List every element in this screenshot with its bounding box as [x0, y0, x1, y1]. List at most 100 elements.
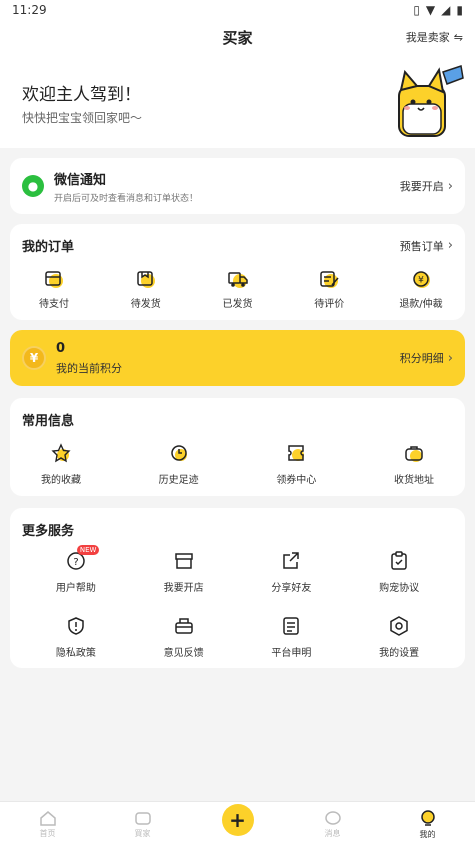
truck-icon: [227, 272, 248, 288]
presale-label: 预售订单: [399, 239, 444, 253]
points-label: 我的当前积分: [56, 361, 122, 375]
switch-label: 我是卖家: [405, 31, 450, 44]
more-title: 更多服务: [22, 524, 75, 539]
wifi-icon: ▼: [425, 3, 436, 17]
profile-icon: [420, 809, 435, 826]
enable-wechat-button[interactable]: 我要开启 ›: [400, 178, 453, 194]
tab-label: 首页: [39, 828, 56, 838]
chevron-right-icon: ›: [447, 350, 453, 366]
wechat-icon: ●: [22, 175, 44, 197]
my-orders-card: 我的订单 预售订单 › 待支付 待发货 已发货 待评价 ¥ 退款/仲裁: [10, 224, 465, 320]
wechat-desc: 开启后可及时查看消息和订单状态！: [54, 193, 199, 204]
plus-icon: +: [221, 804, 254, 836]
more-services-card: 更多服务 ? NEW 用户帮助 我要开店 分享好友 购宠协议 隐私政策 意见反馈: [10, 508, 465, 668]
settings-icon: [390, 616, 408, 636]
order-label: 待评价: [314, 299, 345, 310]
platform-statement-item[interactable]: 平台申明: [238, 616, 346, 659]
switch-to-seller-button[interactable]: 我是卖家 ⇋: [406, 29, 463, 45]
order-label: 退款/仲裁: [399, 299, 443, 310]
common-label: 我的收藏: [41, 475, 81, 486]
new-badge: NEW: [76, 545, 100, 555]
message-icon: [324, 810, 341, 825]
address-item[interactable]: 收货地址: [379, 443, 449, 486]
tab-publish[interactable]: +: [208, 804, 268, 836]
chevron-right-icon: ›: [447, 238, 453, 253]
status-icons: ▯ ▼ ◢ ▮: [413, 3, 463, 17]
svg-text:?: ?: [73, 557, 78, 568]
service-label: 购宠协议: [379, 583, 420, 594]
share-icon: [283, 552, 300, 569]
feedback-item[interactable]: 意见反馈: [130, 616, 238, 659]
document-icon: [283, 617, 300, 635]
share-friends-item[interactable]: 分享好友: [238, 551, 346, 594]
order-label: 待发货: [130, 299, 161, 310]
tab-home[interactable]: 首页: [18, 810, 78, 839]
service-label: 用户帮助: [55, 583, 96, 594]
history-item[interactable]: 历史足迹: [144, 443, 214, 486]
chevron-right-icon: ›: [447, 178, 453, 194]
status-bar: 11:29 ▯ ▼ ◢ ▮: [0, 0, 475, 20]
settings-item[interactable]: 我的设置: [345, 616, 453, 659]
common-label: 领券中心: [276, 475, 317, 486]
common-info-card: 常用信息 我的收藏 历史足迹 领券中心 收货地址: [10, 398, 465, 496]
order-refund[interactable]: ¥ 退款/仲裁: [391, 269, 451, 310]
common-title: 常用信息: [22, 414, 75, 429]
service-label: 平台申明: [271, 648, 312, 659]
privacy-policy-item[interactable]: 隐私政策: [22, 616, 130, 659]
order-label: 待支付: [39, 299, 69, 310]
enable-label: 我要开启: [399, 180, 444, 193]
svg-text:¥: ¥: [418, 276, 424, 286]
points-value: 0: [56, 340, 66, 356]
service-label: 意见反馈: [163, 648, 204, 659]
points-detail-link[interactable]: 积分明细 ›: [400, 350, 453, 366]
user-help-item[interactable]: ? NEW 用户帮助: [22, 545, 130, 594]
clock-icon: [170, 445, 187, 461]
service-label: 我的设置: [379, 648, 420, 659]
vibrate-icon: ▯: [413, 3, 420, 17]
points-detail-label: 积分明细: [399, 352, 444, 365]
top-header: 买家 我是卖家 ⇋: [0, 20, 475, 54]
wallet-icon: [45, 271, 63, 288]
order-to-review[interactable]: 待评价: [299, 269, 359, 310]
open-shop-item[interactable]: 我要开店: [130, 551, 238, 594]
star-icon: [51, 443, 71, 463]
wechat-notify-card[interactable]: ● 微信通知 开启后可及时查看消息和订单状态！ 我要开启 ›: [10, 158, 465, 214]
clipboard-icon: [391, 551, 407, 570]
tab-buy[interactable]: 買家: [113, 810, 173, 839]
welcome-subtitle: 快快把宝宝领回家吧～: [22, 111, 143, 125]
tab-mine[interactable]: 我的: [398, 809, 458, 840]
page-title: 买家: [222, 28, 253, 47]
tab-label: 我的: [419, 829, 436, 839]
tab-label: 買家: [134, 828, 151, 838]
order-pending-payment[interactable]: 待支付: [24, 269, 84, 310]
order-pending-shipment[interactable]: 待发货: [116, 269, 176, 310]
presale-orders-link[interactable]: 预售订单 ›: [400, 238, 453, 254]
status-time: 11:29: [12, 3, 47, 17]
feedback-icon: [174, 618, 193, 634]
service-label: 我要开店: [163, 583, 204, 594]
swap-icon: ⇋: [453, 30, 463, 44]
pet-agreement-item[interactable]: 购宠协议: [345, 551, 453, 594]
refund-icon: ¥: [413, 271, 430, 288]
address-icon: [405, 446, 423, 462]
shield-icon: [68, 617, 84, 635]
welcome-banner: 欢迎主人驾到！ 快快把宝宝领回家吧～: [0, 54, 475, 148]
box-icon: [137, 271, 155, 288]
signal-icon: ◢: [441, 3, 451, 17]
coupon-icon: [288, 445, 305, 461]
coin-icon: ¥: [22, 346, 46, 370]
order-label: 已发货: [222, 299, 253, 310]
tab-messages[interactable]: 消息: [303, 810, 363, 839]
cat-mascot-icon: [398, 65, 464, 137]
common-label: 收货地址: [393, 475, 434, 486]
points-card[interactable]: ¥ 0 我的当前积分 积分明细 ›: [10, 330, 465, 386]
cart-icon: [134, 811, 151, 825]
coupon-center-item[interactable]: 领券中心: [261, 443, 331, 486]
order-shipped[interactable]: 已发货: [208, 269, 268, 310]
orders-title: 我的订单: [22, 240, 75, 255]
common-label: 历史足迹: [158, 475, 199, 486]
favorites-item[interactable]: 我的收藏: [26, 443, 96, 486]
home-icon: [39, 810, 56, 826]
welcome-title: 欢迎主人驾到！: [22, 85, 141, 105]
shop-icon: [174, 553, 193, 569]
